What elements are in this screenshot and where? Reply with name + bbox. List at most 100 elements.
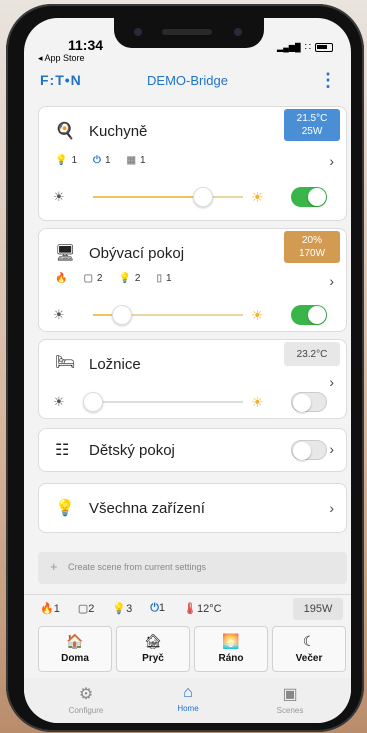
slider-knob[interactable] bbox=[193, 187, 213, 207]
room-card-kitchen[interactable]: 🍳 Kuchyně 21.5°C 25W 💡 1 ⏻ 1 ▦ 1 › ☀ ☀ bbox=[38, 106, 347, 221]
moon-icon: ☾ bbox=[302, 633, 316, 649]
create-scene-button[interactable]: + Create scene from current settings bbox=[38, 552, 347, 584]
tab-label: Home bbox=[177, 704, 199, 713]
dimmer-value: 20% bbox=[301, 235, 322, 246]
power-value: 170W bbox=[298, 248, 326, 259]
status-badge: 20% 170W bbox=[284, 231, 340, 263]
chevron-right-icon[interactable]: › bbox=[329, 374, 334, 390]
flame-count: 1 bbox=[53, 603, 60, 615]
all-devices-card[interactable]: 💡 Všechna zařízení › bbox=[38, 483, 347, 533]
window-count: 2 bbox=[88, 603, 95, 615]
tab-home[interactable]: ⌂ Home bbox=[148, 684, 228, 713]
temperature-value: 12°C bbox=[196, 603, 222, 615]
blind-icon: ▦ bbox=[126, 155, 136, 166]
slider-fill bbox=[93, 196, 203, 198]
tab-scenes[interactable]: ▣ Scenes bbox=[250, 684, 330, 715]
flame-icon: 🔥 bbox=[55, 273, 68, 284]
pan-icon: 🍳 bbox=[55, 123, 75, 140]
blind-count: 1 bbox=[139, 155, 146, 166]
chevron-right-icon[interactable]: › bbox=[329, 500, 334, 516]
dimmer-slider[interactable]: ☀ ☀ bbox=[53, 392, 276, 412]
bulb-icon: 💡 bbox=[112, 603, 127, 615]
mode-label: Pryč bbox=[142, 653, 164, 664]
room-card-kids[interactable]: ☷ Dětský pokoj › bbox=[38, 428, 347, 472]
power-icon: ⏻ bbox=[93, 155, 101, 166]
door-icon: ▯ bbox=[156, 273, 162, 284]
window-icon: ▢ bbox=[77, 603, 89, 615]
window-icon: ▢ bbox=[83, 273, 93, 284]
mode-evening-button[interactable]: ☾ Večer bbox=[272, 626, 346, 672]
slider-track bbox=[93, 401, 243, 403]
mode-morning-button[interactable]: 🌅 Ráno bbox=[194, 626, 268, 672]
app-screen: 11:34 ◂ App Store ▂▄▆█ ∷ F:T•N DEMO-Brid… bbox=[24, 18, 351, 723]
mode-away-button[interactable]: 🏚 Pryč bbox=[116, 626, 190, 672]
mode-label: Doma bbox=[61, 653, 89, 664]
speaker-grille bbox=[162, 29, 212, 35]
house-away-icon: 🏚 bbox=[144, 633, 162, 649]
sensor-icon bbox=[134, 28, 142, 36]
create-scene-label: Create scene from current settings bbox=[68, 562, 207, 572]
slider-knob[interactable] bbox=[112, 305, 132, 325]
chevron-right-icon[interactable]: › bbox=[329, 153, 334, 169]
room-title: Kuchyně bbox=[89, 123, 148, 140]
door-count: 1 bbox=[166, 273, 172, 284]
wifi-icon: ∷ bbox=[304, 42, 311, 53]
battery-icon bbox=[315, 43, 333, 52]
room-switch[interactable] bbox=[291, 305, 327, 325]
power-value: 25W bbox=[301, 126, 323, 137]
temperature-badge: 23.2°C bbox=[284, 342, 340, 366]
room-title: Dětský pokoj bbox=[89, 442, 175, 459]
tab-configure[interactable]: ⚙ Configure bbox=[46, 684, 126, 715]
room-switch[interactable] bbox=[291, 392, 327, 412]
window-count: 2 bbox=[96, 273, 103, 284]
power-icon: ⏻ bbox=[150, 602, 159, 614]
bulb-count: 2 bbox=[134, 273, 141, 284]
flame-icon: 🔥 bbox=[40, 603, 54, 615]
plus-icon: + bbox=[50, 559, 58, 574]
temperature-value: 21.5°C bbox=[296, 113, 328, 124]
bulb-icon: 💡 bbox=[118, 273, 131, 284]
dim-high-icon: ☀ bbox=[251, 189, 264, 205]
bunkbed-icon: ☷ bbox=[55, 442, 70, 459]
room-card-living[interactable]: 🖥 Obývací pokoj 20% 170W 🔥 ▢ 2 💡 2 ▯ 1 › ☀ ☀ bbox=[38, 228, 347, 332]
notch bbox=[114, 18, 264, 48]
home-icon: ⌂ bbox=[183, 684, 193, 701]
bed-icon: 🛏 bbox=[55, 354, 76, 371]
power-count: 1 bbox=[158, 602, 166, 614]
back-to-app-store[interactable]: ◂ App Store bbox=[38, 53, 85, 64]
camera-icon bbox=[234, 28, 242, 36]
status-time: 11:34 bbox=[68, 37, 104, 53]
room-card-bedroom[interactable]: 🛏 Ložnice 23.2°C › ☀ ☀ bbox=[38, 339, 347, 419]
app-header: F:T•N DEMO-Bridge ⋮ bbox=[24, 66, 351, 96]
room-title: Všechna zařízení bbox=[89, 500, 205, 517]
house-icon: 🏠 bbox=[66, 633, 84, 649]
chevron-right-icon[interactable]: › bbox=[329, 441, 334, 457]
gear-icon: ⚙ bbox=[78, 686, 94, 703]
bulb-icon: 💡 bbox=[55, 500, 75, 517]
bulb-count: 1 bbox=[71, 155, 78, 166]
tab-label: Scenes bbox=[276, 706, 304, 715]
sunrise-icon: 🌅 bbox=[222, 633, 240, 649]
room-switch[interactable] bbox=[291, 440, 327, 460]
tab-bar: ⚙ Configure ⌂ Home ▣ Scenes bbox=[24, 678, 351, 723]
room-title: Ložnice bbox=[89, 356, 141, 373]
dim-high-icon: ☀ bbox=[251, 307, 264, 323]
page-title: DEMO-Bridge bbox=[147, 73, 228, 88]
dim-low-icon: ☀ bbox=[53, 307, 65, 322]
dim-high-icon: ☀ bbox=[251, 394, 264, 410]
total-power-badge: 195W bbox=[293, 598, 343, 620]
mode-label: Večer bbox=[295, 653, 323, 664]
bulb-icon: 💡 bbox=[55, 155, 68, 166]
room-switch[interactable] bbox=[291, 187, 327, 207]
dimmer-slider[interactable]: ☀ ☀ bbox=[53, 187, 276, 207]
divider bbox=[24, 594, 351, 595]
slider-knob[interactable] bbox=[83, 392, 103, 412]
phone-frame: 11:34 ◂ App Store ▂▄▆█ ∷ F:T•N DEMO-Brid… bbox=[6, 4, 364, 732]
dimmer-slider[interactable]: ☀ ☀ bbox=[53, 305, 276, 325]
mode-home-button[interactable]: 🏠 Doma bbox=[38, 626, 112, 672]
chevron-right-icon[interactable]: › bbox=[329, 273, 334, 289]
more-menu-icon[interactable]: ⋮ bbox=[319, 70, 337, 91]
mode-label: Ráno bbox=[218, 653, 244, 664]
tab-label: Configure bbox=[68, 706, 104, 715]
dim-low-icon: ☀ bbox=[53, 394, 65, 409]
